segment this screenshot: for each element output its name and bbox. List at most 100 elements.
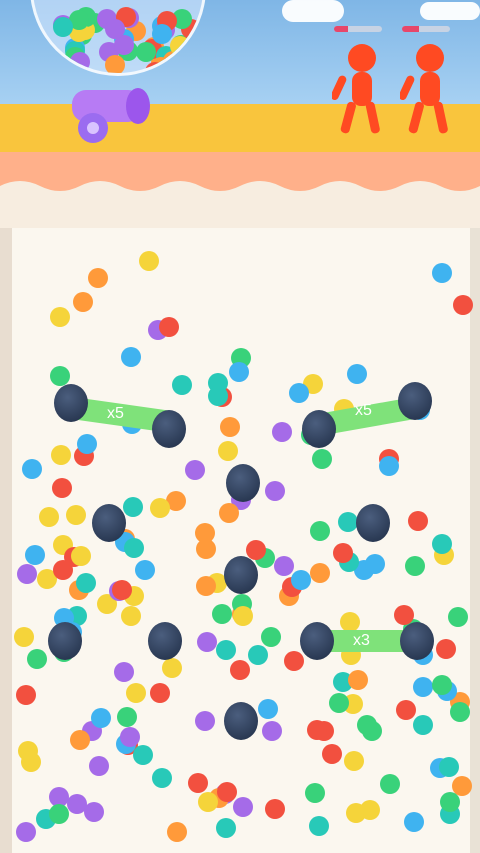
ball [70,51,91,72]
ball [218,503,239,524]
enemy-health-bar-1 [334,26,382,32]
ball [49,803,70,824]
ball [84,801,105,822]
ball [217,440,238,461]
peg [148,622,182,660]
ball [21,459,42,480]
ball [152,24,173,45]
ball [258,698,279,719]
ball [404,811,425,832]
health-fill [334,26,349,32]
ball [38,506,59,527]
ball [447,607,468,628]
ball [229,659,250,680]
runner-head [416,44,444,72]
runner-arm [332,75,347,100]
multiplier-label-3: x3 [353,632,370,649]
ball [311,449,332,470]
ball [291,569,312,590]
ball [264,480,285,501]
cloud [282,0,344,22]
ball [15,685,36,706]
ball [260,626,281,647]
ball [161,658,182,678]
peg [300,622,334,660]
game-scene[interactable]: x5 x5 x3 [0,0,480,853]
ball [309,562,330,583]
ball [379,773,400,794]
ball [53,16,74,37]
ball [271,421,292,442]
ball [228,361,249,382]
ball [166,822,187,843]
ball [91,707,112,728]
ball [49,307,70,328]
ball [113,662,134,683]
cannon-muzzle [126,88,150,124]
ball [88,755,109,776]
runner-leg [433,101,448,134]
runner-body [352,72,372,106]
ball [246,539,267,560]
enemy-runner-1[interactable] [332,40,392,140]
ball [304,783,325,804]
ball [195,710,216,731]
ball [24,544,45,565]
board-right-edge [470,228,480,853]
peg [92,504,126,542]
peg [152,410,186,448]
runner-body [420,72,440,106]
peg [224,556,258,594]
ball [431,675,452,696]
health-fill [402,26,419,32]
ball [185,459,206,480]
ball [396,699,417,720]
ball [77,433,98,454]
peg [400,622,434,660]
ball [104,19,125,40]
ball [197,792,218,813]
ball [345,803,366,824]
ball [449,701,470,722]
cloud [420,2,480,20]
peg [54,384,88,422]
ball [123,538,144,559]
ball [119,727,140,748]
ball [332,542,353,563]
multiplier-label-1: x5 [107,405,124,422]
ball [232,605,253,626]
runner-head [348,44,376,72]
multiplier-label-2: x5 [355,402,372,419]
ball [404,556,425,576]
peg [226,464,260,502]
ball [112,579,133,600]
divider-band [0,200,480,230]
ball [273,556,294,577]
cannon-hub [87,122,99,134]
ball [306,720,327,741]
ball [347,669,368,690]
ball [364,554,385,575]
ball [439,756,460,777]
ball [132,744,153,765]
runner-arm [400,75,415,100]
ball [138,251,159,272]
ball [413,676,434,697]
ball [14,626,35,647]
cannon[interactable] [60,80,160,150]
peg [356,504,390,542]
ball [262,720,283,741]
ball [66,504,87,525]
ball [431,533,452,554]
ball [123,496,144,517]
ball [149,498,170,518]
runner-leg [365,101,380,134]
peg [398,382,432,420]
runner-leg [408,101,424,134]
ball [71,545,92,566]
ball [196,631,217,652]
peg [48,622,82,660]
ball [104,55,125,73]
ball [288,383,309,404]
enemy-runner-2[interactable] [400,40,460,140]
